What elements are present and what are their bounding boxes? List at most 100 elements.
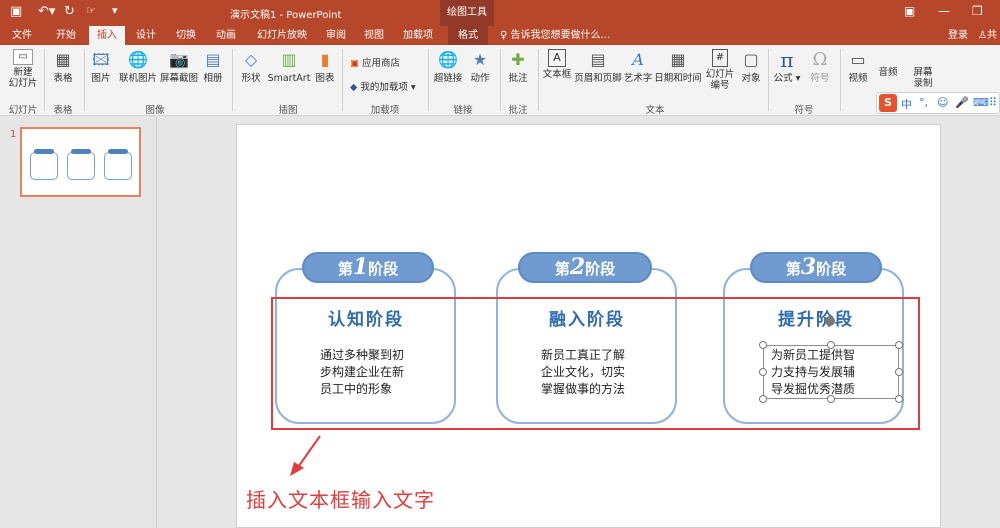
- ime-menu-icon[interactable]: ⠿: [989, 96, 997, 109]
- drawing-tools-context: 绘图工具: [440, 0, 494, 26]
- group-images-label: 图像: [145, 105, 165, 116]
- smartart-icon: ▥: [281, 50, 297, 69]
- pi-icon: π: [780, 48, 794, 72]
- screen-record-button[interactable]: 屏幕 录制: [906, 67, 940, 89]
- datetime-button[interactable]: ▦ 日期和时间: [654, 49, 702, 84]
- touch-mode-icon[interactable]: ☞: [86, 4, 96, 17]
- slide-number-icon: #: [712, 49, 728, 67]
- group-comments-label: 批注: [508, 105, 528, 116]
- object-icon: ▢: [743, 50, 759, 69]
- slide-number-label: 1: [10, 129, 17, 140]
- group-text-label: 文本: [645, 105, 665, 116]
- header-footer-button[interactable]: ▤ 页眉和页脚: [573, 49, 623, 84]
- thumb-card: [30, 152, 58, 180]
- online-picture-button[interactable]: 🌐 联机图片: [116, 49, 160, 84]
- action-star-icon: ★: [472, 50, 488, 69]
- restore-icon[interactable]: ❐: [972, 4, 983, 18]
- redo-icon[interactable]: ↻: [64, 4, 75, 19]
- ribbon-display-icon[interactable]: ▣: [904, 4, 915, 18]
- picture-button[interactable]: 🖾 图片: [88, 49, 114, 84]
- video-button[interactable]: ▭ 视频: [844, 49, 872, 84]
- omega-icon: Ω: [812, 49, 828, 70]
- calendar-icon: ▦: [670, 50, 686, 69]
- undo-icon[interactable]: ↶▾: [38, 4, 55, 19]
- tab-slideshow[interactable]: 幻灯片放映: [252, 26, 312, 45]
- ribbon-tabs: 文件 开始 插入 设计 切换 动画 幻灯片放映 审阅 视图 加载项 格式 ♀ 告…: [0, 26, 1000, 45]
- sogou-logo-icon: S: [879, 94, 897, 112]
- tab-design[interactable]: 设计: [128, 26, 164, 45]
- sign-in-link[interactable]: 登录: [948, 26, 968, 45]
- action-button[interactable]: ★ 动作: [466, 49, 494, 84]
- tell-me-search[interactable]: ♀ 告诉我您想要做什么...: [500, 26, 610, 45]
- stage-pill[interactable]: 第1阶段: [302, 252, 434, 283]
- tab-home[interactable]: 开始: [48, 26, 84, 45]
- wordart-button[interactable]: A 艺术字: [623, 49, 653, 84]
- tab-addins[interactable]: 加载项: [398, 26, 438, 45]
- document-title: 演示文稿1 - PowerPoint: [230, 10, 342, 21]
- tab-animations[interactable]: 动画: [208, 26, 244, 45]
- highlight-box: [271, 297, 920, 430]
- minimize-icon[interactable]: —: [938, 4, 950, 18]
- slide-number-button[interactable]: # 幻灯片 编号: [704, 49, 736, 91]
- tab-transitions[interactable]: 切换: [168, 26, 204, 45]
- new-slide-button[interactable]: ▭ 新建 幻灯片: [6, 49, 40, 89]
- group-symbols-label: 符号: [794, 105, 814, 116]
- save-icon[interactable]: ▣: [10, 4, 22, 19]
- ribbon: ▭ 新建 幻灯片 幻灯片 ▦ 表格 表格 🖾 图片 🌐 联机图片 📷 屏幕截图 …: [0, 45, 1000, 116]
- audio-button[interactable]: 音频: [874, 67, 902, 78]
- table-icon: ▦: [55, 50, 71, 69]
- tab-insert[interactable]: 插入: [89, 26, 125, 45]
- annotation-text: 插入文本框输入文字: [246, 488, 435, 512]
- online-picture-icon: 🌐: [128, 50, 148, 69]
- customize-qat-icon[interactable]: ▾: [112, 4, 118, 17]
- symbol-button[interactable]: Ω 符号: [806, 49, 834, 84]
- stage-pill[interactable]: 第2阶段: [518, 252, 652, 283]
- hyperlink-icon: 🌐: [438, 50, 458, 69]
- shapes-icon: ◇: [244, 50, 258, 69]
- table-button[interactable]: ▦ 表格: [48, 49, 78, 84]
- mic-icon[interactable]: 🎤: [955, 96, 969, 109]
- picture-icon: 🖾: [92, 50, 110, 69]
- thumb-pill: [34, 149, 54, 154]
- smartart-button[interactable]: ▥ SmartArt: [266, 49, 312, 84]
- screenshot-icon: 📷: [169, 50, 189, 69]
- tab-format[interactable]: 格式: [448, 26, 488, 45]
- emoji-icon[interactable]: ☺: [937, 96, 948, 109]
- ime-mode[interactable]: 中: [901, 96, 912, 112]
- group-addins-label: 加载项: [370, 105, 400, 116]
- annotation-arrow: [290, 435, 321, 476]
- stage-pill[interactable]: 第3阶段: [750, 252, 882, 283]
- store-button[interactable]: ▣ 应用商店: [350, 55, 400, 69]
- addins-icon: ◆: [350, 82, 358, 93]
- my-addins-button[interactable]: ◆ 我的加载项 ▾: [350, 79, 416, 93]
- tab-review[interactable]: 审阅: [318, 26, 354, 45]
- share-button[interactable]: ♙共: [978, 26, 997, 45]
- thumb-card: [67, 152, 95, 180]
- new-slide-icon: ▭: [13, 49, 33, 65]
- lightbulb-icon: ♀: [500, 30, 511, 41]
- shapes-button[interactable]: ◇ 形状: [236, 49, 266, 84]
- thumb-pill: [71, 149, 91, 154]
- album-icon: ▤: [205, 50, 221, 69]
- screenshot-button[interactable]: 📷 屏幕截图: [160, 49, 198, 84]
- ime-toolbar[interactable]: S 中 °, ☺ 🎤 ⌨ ⠿: [876, 92, 1000, 114]
- thumb-pill: [108, 149, 128, 154]
- keyboard-icon[interactable]: ⌨: [973, 96, 989, 109]
- textbox-icon: A: [548, 49, 566, 67]
- object-button[interactable]: ▢ 对象: [738, 49, 764, 84]
- title-bar: ▣ ↶▾ ↻ ☞ ▾ 演示文稿1 - PowerPoint 绘图工具 ▣ — ❐: [0, 0, 1000, 26]
- textbox-button[interactable]: A 文本框: [541, 49, 573, 80]
- header-footer-icon: ▤: [590, 50, 606, 69]
- hyperlink-button[interactable]: 🌐 超链接: [432, 49, 464, 84]
- tab-view[interactable]: 视图: [356, 26, 392, 45]
- chart-button[interactable]: ▮ 图表: [312, 49, 338, 84]
- album-button[interactable]: ▤ 相册: [200, 49, 226, 84]
- ime-punct[interactable]: °,: [919, 96, 928, 109]
- group-links-label: 链接: [453, 105, 473, 116]
- tab-file[interactable]: 文件: [4, 26, 40, 45]
- comment-button[interactable]: ✚ 批注: [504, 49, 532, 84]
- comment-icon: ✚: [511, 50, 525, 69]
- group-tables-label: 表格: [53, 105, 73, 116]
- store-icon: ▣: [350, 58, 359, 69]
- equation-button[interactable]: π 公式 ▾: [772, 49, 802, 84]
